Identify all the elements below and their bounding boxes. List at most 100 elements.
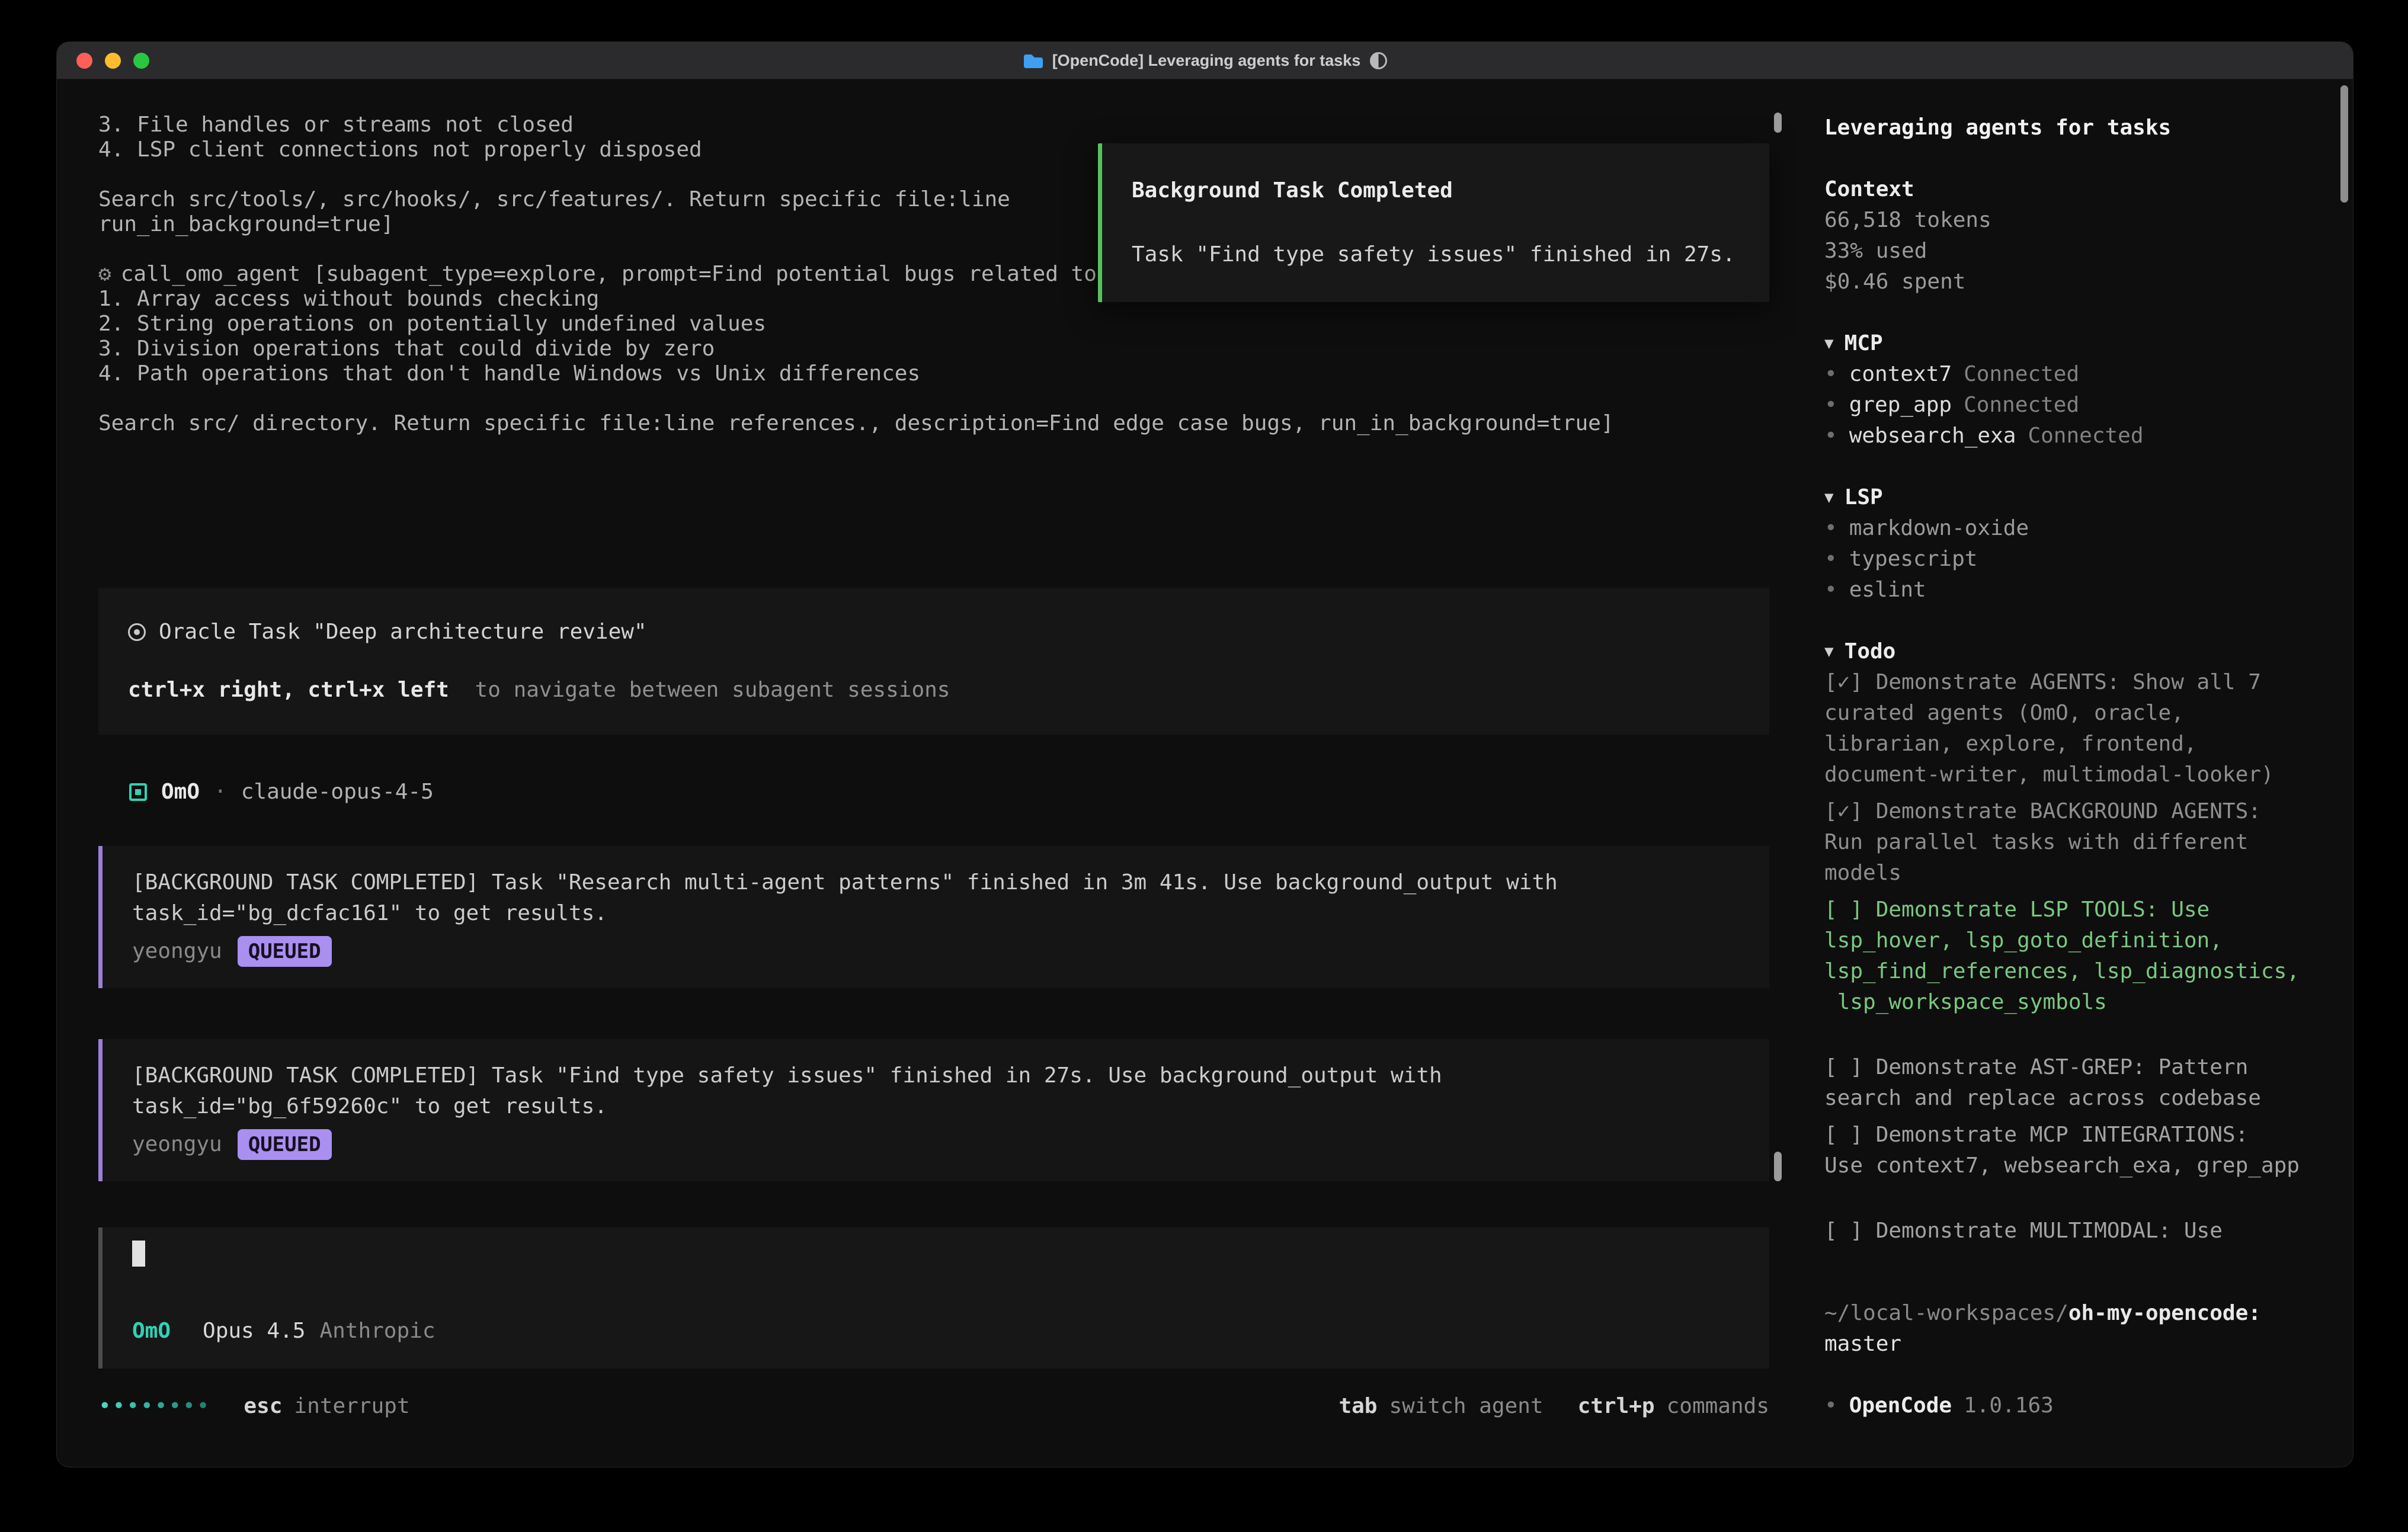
workspace-branch: master bbox=[1824, 1329, 2322, 1360]
todo-item: [✓] Demonstrate AGENTS: Show all 7 curat… bbox=[1824, 667, 2322, 790]
scrollbar-thumb[interactable] bbox=[1774, 1152, 1782, 1181]
zoom-button[interactable] bbox=[133, 53, 149, 69]
todo-heading-label: Todo bbox=[1845, 636, 1896, 667]
todo-section: ▼ Todo [✓] Demonstrate AGENTS: Show all … bbox=[1824, 636, 2322, 1252]
bullet-icon: • bbox=[1824, 575, 1837, 605]
chevron-down-icon: ▼ bbox=[1824, 328, 1834, 359]
lsp-section: ▼ LSP • markdown-oxide • typescript • es… bbox=[1824, 482, 2322, 605]
mcp-section: ▼ MCP • context7 Connected • grep_app Co… bbox=[1824, 328, 2322, 451]
workspace-repo: oh-my-opencode: bbox=[2068, 1301, 2261, 1325]
bullet-icon: • bbox=[1824, 1390, 1837, 1421]
todo-item: [✓] Demonstrate BACKGROUND AGENTS: Run p… bbox=[1824, 796, 2322, 889]
mcp-item: • websearch_exa Connected bbox=[1824, 421, 2322, 451]
app-version: 1.0.163 bbox=[1964, 1390, 2054, 1421]
context-tokens: 66,518 tokens bbox=[1824, 205, 2322, 236]
agent-header: OmO · claude-opus-4-5 bbox=[129, 780, 1796, 805]
background-task-toast: Background Task Completed Task "Find typ… bbox=[1098, 143, 1769, 302]
prompt-input[interactable]: OmO Opus 4.5 Anthropic bbox=[98, 1227, 1769, 1368]
bullet-icon: • bbox=[1824, 390, 1837, 421]
message-line: [BACKGROUND TASK COMPLETED] Task "Find t… bbox=[132, 1060, 1796, 1091]
mcp-name: context7 bbox=[1849, 359, 1952, 390]
mcp-status: Connected bbox=[2028, 421, 2143, 451]
scrollbar-thumb[interactable] bbox=[2340, 85, 2348, 203]
agent-model: claude-opus-4-5 bbox=[241, 780, 434, 805]
context-section: Context 66,518 tokens 33% used $0.46 spe… bbox=[1824, 174, 2322, 297]
session-timer-icon bbox=[1370, 52, 1387, 69]
status-badge: QUEUED bbox=[238, 936, 332, 967]
oracle-task-panel: Oracle Task "Deep architecture review" c… bbox=[98, 588, 1769, 735]
todo-item: [ ] Demonstrate MULTIMODAL: Use bbox=[1824, 1216, 2322, 1246]
session-title: Leveraging agents for tasks bbox=[1824, 113, 2322, 143]
workspace-prefix: ~/local-workspaces/ bbox=[1824, 1301, 2068, 1325]
dot-separator: · bbox=[214, 780, 227, 805]
status-bar: •••••••• esc interrupt tab switch agent … bbox=[98, 1394, 1769, 1419]
agent-checkbox-icon bbox=[129, 783, 147, 801]
mcp-status: Connected bbox=[1964, 359, 2079, 390]
status-badge: QUEUED bbox=[238, 1129, 332, 1160]
terminal-window: [OpenCode] Leveraging agents for tasks 3… bbox=[56, 41, 2353, 1467]
esc-key-label: interrupt bbox=[294, 1394, 409, 1419]
oracle-task-title: Oracle Task "Deep architecture review" bbox=[159, 620, 647, 645]
lsp-item: • eslint bbox=[1824, 575, 2322, 605]
log-line: 3. File handles or streams not closed bbox=[98, 113, 1769, 137]
chevron-down-icon: ▼ bbox=[1824, 636, 1834, 667]
log-line: 3. Division operations that could divide… bbox=[98, 336, 1769, 361]
mcp-name: websearch_exa bbox=[1849, 421, 2016, 451]
chat-pane: 3. File handles or streams not closed 4.… bbox=[57, 79, 1796, 1466]
keybind-hint: ctrl+x right, ctrl+x left bbox=[128, 678, 449, 702]
bullet-icon: • bbox=[1824, 359, 1837, 390]
lsp-name: typescript bbox=[1849, 544, 1978, 575]
message-block: [BACKGROUND TASK COMPLETED] Task "Resear… bbox=[98, 846, 1769, 988]
close-button[interactable] bbox=[76, 53, 92, 69]
lsp-section-header[interactable]: ▼ LSP bbox=[1824, 482, 2322, 513]
sidebar: Leveraging agents for tasks Context 66,5… bbox=[1796, 79, 2353, 1466]
todo-item: [ ] Demonstrate LSP TOOLS: Use lsp_hover… bbox=[1824, 895, 2322, 1018]
todo-item: [ ] Demonstrate MCP INTEGRATIONS: Use co… bbox=[1824, 1120, 2322, 1181]
app-name: OpenCode bbox=[1849, 1390, 1952, 1421]
log-line: 4. Path operations that don't handle Win… bbox=[98, 361, 1769, 386]
message-author: yeongyu bbox=[132, 936, 222, 967]
context-used: 33% used bbox=[1824, 236, 2322, 267]
log-line: Search src/ directory. Return specific f… bbox=[98, 411, 1769, 436]
lsp-name: eslint bbox=[1849, 575, 1926, 605]
commands-key-label: commands bbox=[1667, 1394, 1769, 1419]
fisheye-icon bbox=[128, 623, 146, 641]
message-line: [BACKGROUND TASK COMPLETED] Task "Resear… bbox=[132, 867, 1796, 898]
mcp-section-header[interactable]: ▼ MCP bbox=[1824, 328, 2322, 359]
agent-name: OmO bbox=[161, 780, 200, 805]
toast-body: Task "Find type safety issues" finished … bbox=[1132, 239, 1740, 270]
log-line: 2. String operations on potentially unde… bbox=[98, 312, 1769, 336]
scrollbar-thumb[interactable] bbox=[1774, 113, 1782, 133]
minimize-button[interactable] bbox=[105, 53, 121, 69]
lsp-heading-label: LSP bbox=[1845, 482, 1883, 513]
context-spent: $0.46 spent bbox=[1824, 267, 2322, 297]
bullet-icon: • bbox=[1824, 421, 1837, 451]
message-block: [BACKGROUND TASK COMPLETED] Task "Find t… bbox=[98, 1039, 1769, 1181]
lsp-item: • markdown-oxide bbox=[1824, 513, 2322, 544]
bullet-icon: • bbox=[1824, 513, 1837, 544]
mcp-item: • grep_app Connected bbox=[1824, 390, 2322, 421]
esc-key-hint: esc bbox=[244, 1394, 282, 1419]
chevron-down-icon: ▼ bbox=[1824, 482, 1834, 513]
gear-icon: ⚙ bbox=[98, 262, 111, 286]
folder-icon bbox=[1023, 53, 1043, 69]
message-author: yeongyu bbox=[132, 1129, 222, 1160]
commands-key-hint: ctrl+p bbox=[1578, 1394, 1655, 1419]
window-title-text: [OpenCode] Leveraging agents for tasks bbox=[1052, 52, 1361, 70]
app-footer: • OpenCode 1.0.163 bbox=[1824, 1390, 2322, 1421]
message-line: task_id="bg_6f59260c" to get results. bbox=[132, 1091, 1796, 1122]
workspace-path: ~/local-workspaces/oh-my-opencode: maste… bbox=[1824, 1298, 2322, 1360]
desktop: [OpenCode] Leveraging agents for tasks 3… bbox=[0, 0, 2408, 1532]
mcp-heading-label: MCP bbox=[1845, 328, 1883, 359]
toast-title: Background Task Completed bbox=[1132, 175, 1740, 206]
tab-key-label: switch agent bbox=[1389, 1394, 1543, 1419]
tab-key-hint: tab bbox=[1339, 1394, 1377, 1419]
message-line: task_id="bg_dcfac161" to get results. bbox=[132, 898, 1796, 929]
window-titlebar[interactable]: [OpenCode] Leveraging agents for tasks bbox=[57, 42, 2353, 79]
text-cursor bbox=[132, 1241, 145, 1267]
todo-section-header[interactable]: ▼ Todo bbox=[1824, 636, 2322, 667]
mcp-status: Connected bbox=[1964, 390, 2079, 421]
bullet-icon: • bbox=[1824, 544, 1837, 575]
input-model-label: Opus 4.5 bbox=[203, 1319, 305, 1344]
mcp-name: grep_app bbox=[1849, 390, 1952, 421]
